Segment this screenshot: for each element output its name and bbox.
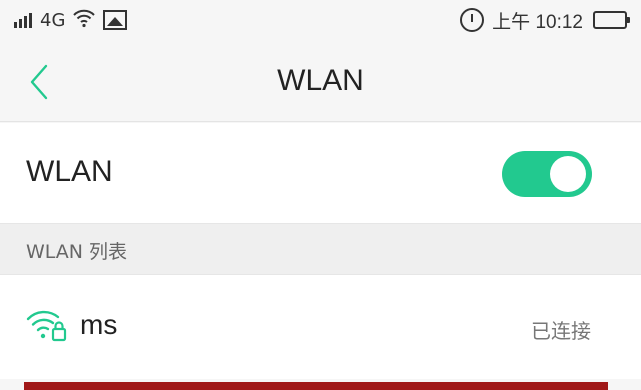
clock: 上午 10:12 [492,11,583,33]
network-status: 已连接 [531,319,591,343]
wlan-toggle-label: WLAN [26,155,113,188]
alarm-icon [460,8,485,32]
image-notification-icon [103,10,128,30]
page-title: WLAN [277,64,364,97]
section-label: WLAN 列表 [26,241,128,263]
battery-icon [593,11,630,29]
wifi-status-icon [73,8,96,32]
wlan-toggle-switch[interactable] [502,151,592,197]
network-type: 4G [40,9,66,31]
status-bar: 4G 上午 10:12 [0,0,641,42]
toggle-knob [550,156,586,192]
network-list-item[interactable]: ms 已连接 [0,275,641,379]
page-header: WLAN [0,42,641,122]
status-left: 4G [14,6,128,34]
wlan-toggle-row: WLAN [0,123,641,223]
status-right: 上午 10:12 [460,6,630,34]
wlan-list-section-header: WLAN 列表 [0,223,641,275]
wifi-locked-icon [26,310,67,342]
network-name: ms [80,309,118,340]
signal-strength-icon [14,12,32,28]
bottom-bar [24,382,608,390]
